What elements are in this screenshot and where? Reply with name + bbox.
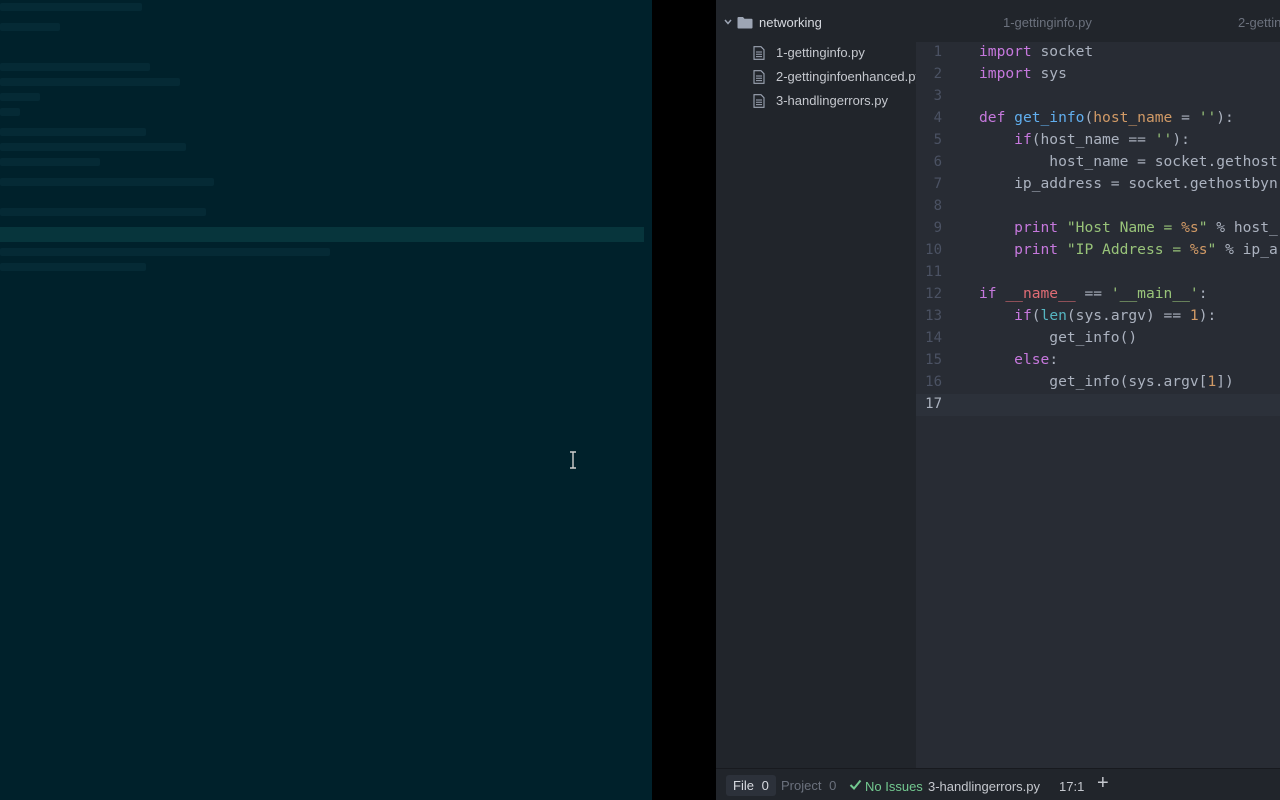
- faded-terminal-line: [0, 108, 20, 116]
- tree-file-label: 2-gettinginfoenhanced.py: [776, 69, 923, 84]
- file-text-icon: [753, 70, 765, 84]
- tree-file-item[interactable]: 1-gettinginfo.py: [716, 42, 916, 64]
- line-number: 5: [933, 132, 942, 148]
- check-icon: [849, 779, 862, 790]
- faded-terminal-line: [0, 158, 100, 166]
- file-text-icon: [753, 94, 765, 108]
- current-line-highlight: [916, 394, 1280, 416]
- faded-terminal-line: [0, 263, 146, 271]
- faded-terminal-line: [0, 128, 146, 136]
- faded-terminal-line: [0, 23, 60, 31]
- code-line: ip_address = socket.gethostbyn: [979, 175, 1278, 192]
- tree-file-label: 3-handlingerrors.py: [776, 93, 889, 108]
- tree-folder-networking[interactable]: networking: [716, 13, 916, 33]
- line-number: 11: [925, 264, 942, 280]
- faded-terminal-line: [0, 3, 142, 11]
- tree-file-item[interactable]: 2-gettinginfoenhanced.py: [716, 66, 922, 88]
- project-count: 0: [829, 778, 837, 793]
- faded-terminal-line: [0, 93, 40, 101]
- line-number: 1: [933, 44, 942, 60]
- code-line: if __name__ == '__main__':: [979, 285, 1208, 302]
- text-cursor-icon: [570, 451, 576, 469]
- line-number: 4: [933, 110, 942, 126]
- no-issues-status[interactable]: No Issues: [865, 779, 923, 794]
- code-line: import sys: [979, 65, 1067, 82]
- code-line: host_name = socket.gethost: [979, 153, 1278, 170]
- terminal-pane[interactable]: [0, 0, 652, 800]
- code-line: get_info(): [979, 329, 1138, 346]
- tree-folder-label: networking: [759, 15, 822, 30]
- tab-2-gettinginfoenhanced[interactable]: 2-gettin: [1238, 15, 1280, 30]
- tree-file-label: 1-gettinginfo.py: [776, 45, 865, 60]
- line-number: 3: [933, 88, 942, 104]
- line-number: 12: [925, 286, 942, 302]
- code-line: print "IP Address = %s" % ip_a: [1014, 241, 1278, 258]
- tab-1-gettinginfo[interactable]: 1-gettinginfo.py: [1003, 15, 1092, 30]
- file-issues-toggle[interactable]: File 0: [726, 775, 776, 796]
- line-number: 16: [925, 374, 942, 390]
- add-icon[interactable]: +: [1097, 773, 1113, 793]
- line-number-current: 17: [925, 396, 942, 412]
- file-text-icon: [753, 46, 765, 60]
- faded-terminal-line: [0, 143, 186, 151]
- code-line: def get_info(host_name = ''):: [979, 109, 1234, 126]
- code-line: get_info(sys.argv[1]): [979, 373, 1234, 390]
- project-issues-toggle[interactable]: Project 0: [775, 775, 842, 796]
- line-number: 14: [925, 330, 942, 346]
- window-gap: [652, 0, 716, 800]
- faded-terminal-line: [0, 178, 214, 186]
- code-line: if(host_name == ''):: [1014, 131, 1190, 148]
- project-label: Project: [781, 778, 822, 793]
- current-file-name[interactable]: 3-handlingerrors.py: [928, 779, 1040, 794]
- code-pane[interactable]: 1 2 3 4 5 6 7 8 9 10 11 12 13 14 15 16 1…: [916, 42, 1280, 768]
- code-line: else:: [1014, 351, 1059, 368]
- chevron-down-icon[interactable]: [723, 15, 733, 29]
- file-label: File: [733, 778, 754, 793]
- project-tree: networking 1-gettinginfo.py 2-gettinginf…: [716, 0, 922, 768]
- code-line: if(len(sys.argv) == 1):: [1014, 307, 1217, 324]
- code-line: print "Host Name = %s" % host_: [1014, 219, 1278, 236]
- line-number: 2: [933, 66, 942, 82]
- code-line: import socket: [979, 43, 1094, 60]
- line-number: 6: [933, 154, 942, 170]
- file-count: 0: [761, 778, 769, 793]
- status-bar: File 0 Project 0 No Issues 3-handlingerr…: [716, 768, 1280, 800]
- code-editor-window: networking 1-gettinginfo.py 2-gettinginf…: [716, 0, 1280, 800]
- line-number: 13: [925, 308, 942, 324]
- faded-terminal-line: [0, 78, 180, 86]
- line-number: 8: [933, 198, 942, 214]
- folder-icon: [737, 17, 753, 29]
- faded-terminal-line: [0, 63, 150, 71]
- line-number: 7: [933, 176, 942, 192]
- faded-terminal-line: [0, 248, 330, 256]
- line-number: 10: [925, 242, 942, 258]
- faded-terminal-line: [0, 208, 206, 216]
- tree-file-item[interactable]: 3-handlingerrors.py: [716, 90, 916, 112]
- line-number: 15: [925, 352, 942, 368]
- line-number: 9: [933, 220, 942, 236]
- tab-bar: 1-gettinginfo.py 2-gettin: [916, 0, 1280, 42]
- cursor-position[interactable]: 17:1: [1059, 779, 1084, 794]
- terminal-current-line: [0, 227, 644, 242]
